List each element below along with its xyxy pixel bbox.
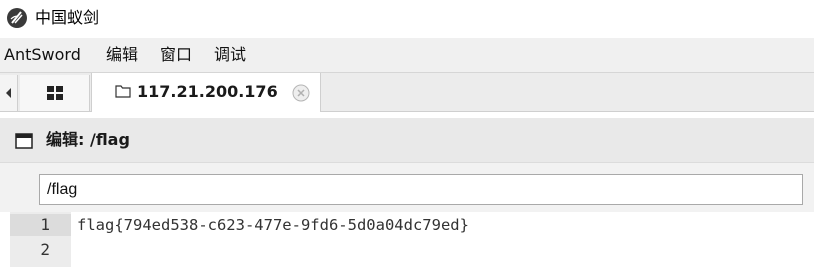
panel-title: 编辑: /flag xyxy=(46,130,130,149)
code-line[interactable]: flag{794ed538-c623-477e-9fd6-5d0a04dc79e… xyxy=(77,214,469,236)
grid-icon xyxy=(47,86,63,100)
close-circle-icon[interactable] xyxy=(292,84,310,102)
window-title: 中国蚁剑 xyxy=(35,8,100,27)
caret-left-icon xyxy=(6,88,11,98)
menu-item-antsword[interactable]: AntSword xyxy=(4,44,81,66)
window-icon xyxy=(15,133,33,149)
antsword-logo-icon xyxy=(7,8,27,28)
tab-strip: 117.21.200.176 xyxy=(0,72,814,112)
folder-icon xyxy=(115,85,131,98)
line-number: 1 xyxy=(40,215,50,234)
tab-home[interactable] xyxy=(20,75,90,111)
menu-item-window[interactable]: 窗口 xyxy=(160,44,192,66)
menu-item-edit[interactable]: 编辑 xyxy=(106,44,138,66)
line-number: 2 xyxy=(40,240,50,259)
path-input[interactable] xyxy=(39,174,803,205)
tab-scroll-left-button[interactable] xyxy=(0,75,18,111)
editor-panel-header: 编辑: /flag xyxy=(0,118,814,162)
tab-session[interactable]: 117.21.200.176 xyxy=(91,73,321,112)
tab-session-label: 117.21.200.176 xyxy=(137,82,278,101)
title-bar: 中国蚁剑 xyxy=(0,0,814,36)
code-editor[interactable]: 1 flag{794ed538-c623-477e-9fd6-5d0a04dc7… xyxy=(0,212,814,267)
menu-bar: AntSword 编辑 窗口 调试 xyxy=(0,38,814,72)
menu-item-debug[interactable]: 调试 xyxy=(214,44,246,66)
path-bar xyxy=(0,162,814,212)
